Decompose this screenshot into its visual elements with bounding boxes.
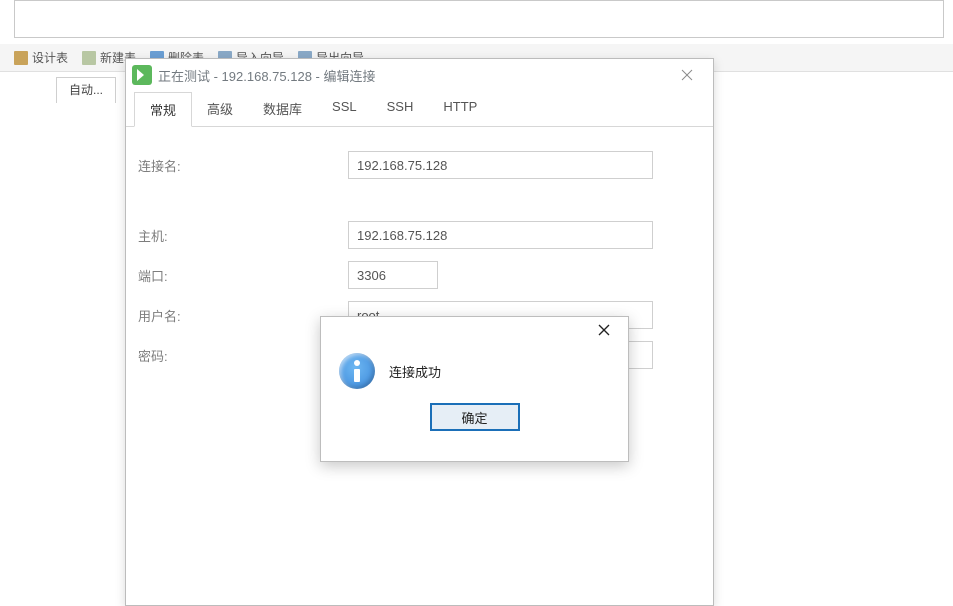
msgbox-close-button[interactable] xyxy=(586,318,622,342)
toolbar-label: 设计表 xyxy=(32,49,68,66)
tab-ssh[interactable]: SSH xyxy=(372,92,429,127)
row-port: 端口: xyxy=(138,261,685,289)
tab-label: 常规 xyxy=(150,103,176,118)
label-host: 主机: xyxy=(138,226,348,245)
navicat-app-icon xyxy=(132,65,152,85)
connection-success-msgbox: 连接成功 确定 xyxy=(320,316,629,462)
row-connection-name: 连接名: xyxy=(138,151,685,179)
label-user: 用户名: xyxy=(138,306,348,325)
row-host: 主机: xyxy=(138,221,685,249)
tab-label: SSL xyxy=(332,99,357,114)
label-connection-name: 连接名: xyxy=(138,156,348,175)
msgbox-footer: 确定 xyxy=(321,403,628,445)
input-connection-name[interactable] xyxy=(348,151,653,179)
dialog-close-button[interactable] xyxy=(665,60,709,90)
button-label: 确定 xyxy=(461,411,487,426)
input-host[interactable] xyxy=(348,221,653,249)
close-icon xyxy=(681,69,693,81)
tab-database[interactable]: 数据库 xyxy=(248,92,317,127)
msgbox-ok-button[interactable]: 确定 xyxy=(430,403,520,431)
table-new-icon xyxy=(82,51,96,65)
tab-label: SSH xyxy=(387,99,414,114)
label-port: 端口: xyxy=(138,266,348,285)
input-port[interactable] xyxy=(348,261,438,289)
tab-label: 高级 xyxy=(207,102,233,117)
tab-http[interactable]: HTTP xyxy=(428,92,492,127)
dialog-title: 正在测试 - 192.168.75.128 - 编辑连接 xyxy=(158,66,665,85)
tab-advanced[interactable]: 高级 xyxy=(192,92,248,127)
tab-label: HTTP xyxy=(443,99,477,114)
dialog-titlebar: 正在测试 - 192.168.75.128 - 编辑连接 xyxy=(126,59,713,91)
left-tab-auto[interactable]: 自动... xyxy=(56,77,116,103)
msgbox-titlebar xyxy=(321,317,628,343)
left-tab-label: 自动... xyxy=(69,83,103,97)
tab-ssl[interactable]: SSL xyxy=(317,92,372,127)
msgbox-text: 连接成功 xyxy=(389,362,441,381)
label-password: 密码: xyxy=(138,346,348,365)
toolbar-design-table[interactable]: 设计表 xyxy=(14,49,68,66)
tab-general[interactable]: 常规 xyxy=(134,92,192,127)
tab-label: 数据库 xyxy=(263,102,302,117)
top-empty-input[interactable] xyxy=(14,0,944,38)
msgbox-body: 连接成功 xyxy=(321,343,628,403)
close-icon xyxy=(598,324,610,336)
table-grid-icon xyxy=(14,51,28,65)
dialog-tabs: 常规 高级 数据库 SSL SSH HTTP xyxy=(126,91,713,127)
info-icon xyxy=(339,353,375,389)
